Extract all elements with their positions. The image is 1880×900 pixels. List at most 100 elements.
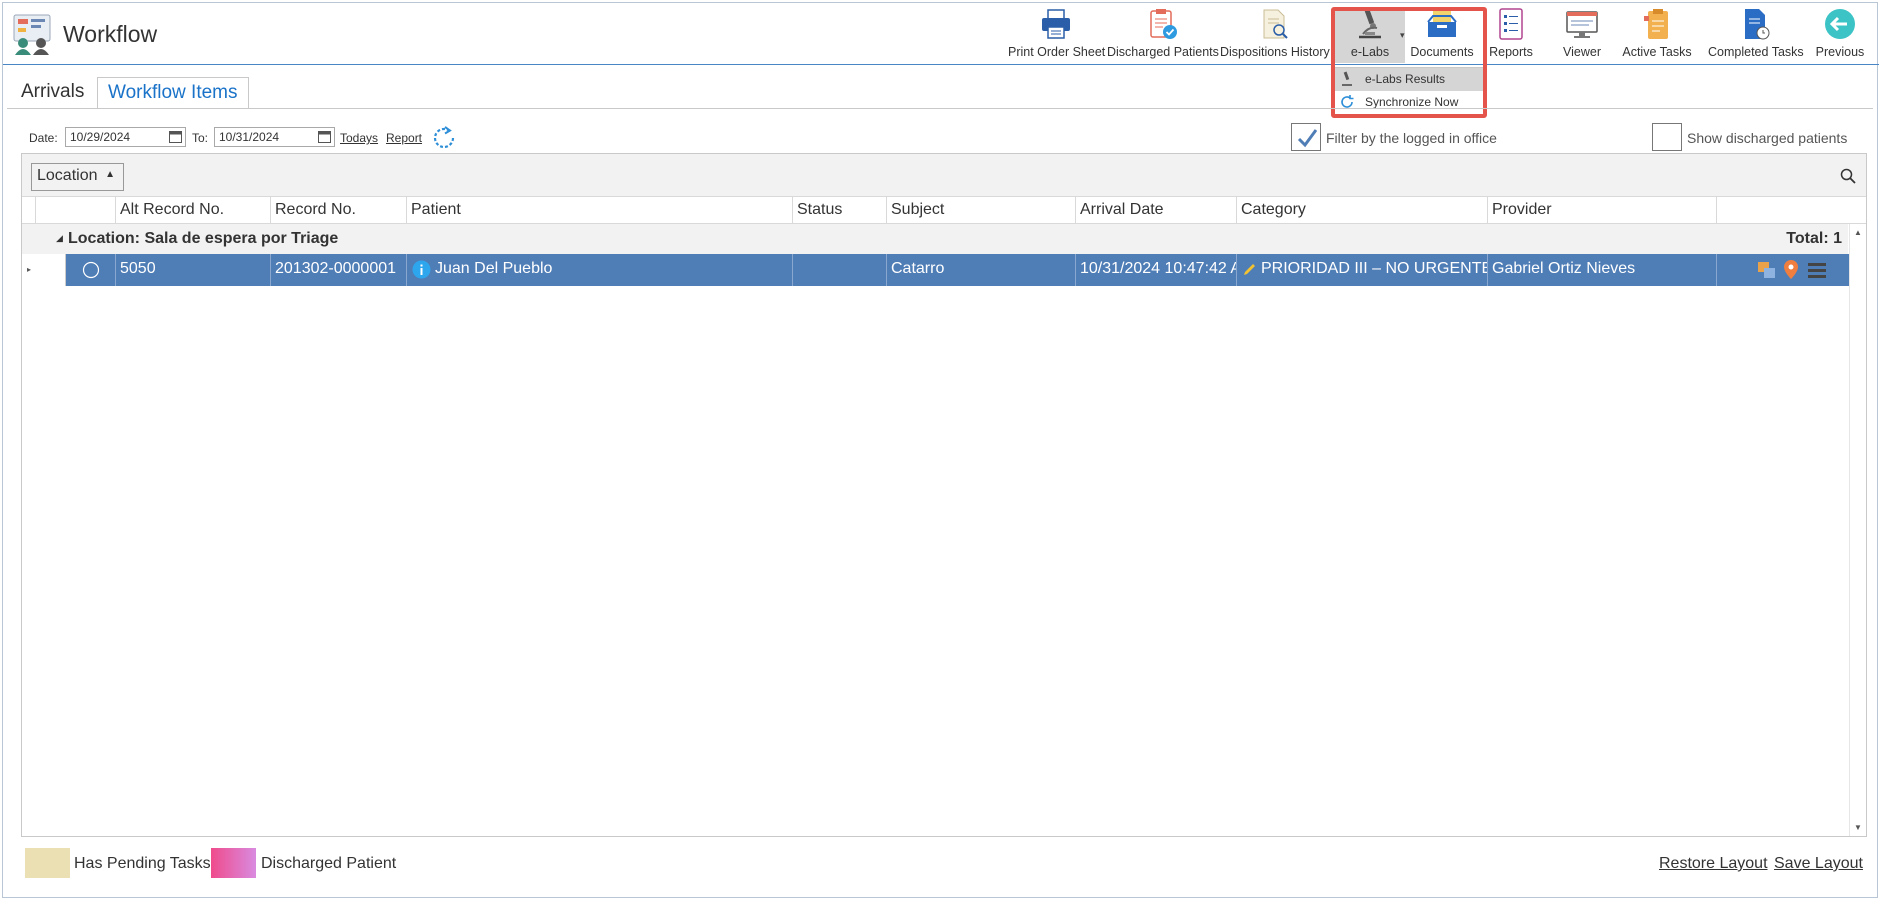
show-discharged-checkbox[interactable] [1652,123,1682,151]
sort-ascending-icon: ▲ [105,169,115,180]
column-header-provider[interactable]: Provider [1488,197,1717,224]
viewer-label: Viewer [1563,45,1601,59]
cell-category: PRIORIDAD III – NO URGENTE [1237,254,1488,286]
discharged-patients-label: Discharged Patients [1107,45,1219,59]
category-text: PRIORIDAD III – NO URGENTE [1261,260,1488,277]
reports-label: Reports [1489,45,1533,59]
column-header-record-no[interactable]: Record No. [271,197,407,224]
cell-provider: Gabriel Ortiz Nieves [1488,254,1717,286]
arrow-left-circle-icon [1825,9,1855,39]
copy-layers-icon[interactable] [1757,261,1777,279]
info-icon[interactable] [412,260,431,279]
synchronize-now-label: Synchronize Now [1365,95,1459,109]
discharged-patient-swatch [211,848,256,878]
column-header-patient[interactable]: Patient [407,197,793,224]
elabs-button[interactable]: e-Labs ▾ [1335,7,1405,63]
clipboard-check-icon [1150,9,1177,39]
cell-alt-record-no: 5050 [116,254,271,286]
group-title: Location: Sala de espera por Triage [68,230,339,247]
todays-link[interactable]: Todays [340,131,378,145]
elabs-results-label: e-Labs Results [1365,72,1446,86]
patient-name: Juan Del Pueblo [435,260,553,277]
calendar-icon[interactable] [169,130,182,143]
completed-tasks-button[interactable]: Completed Tasks [1708,7,1804,63]
column-header-arrival-date[interactable]: Arrival Date [1076,197,1237,224]
tab-divider [7,108,1873,109]
app-title: Workflow [63,21,158,47]
workflow-window: Workflow Print Order Sheet Discharged Pa… [2,2,1879,898]
table-row[interactable]: ▸ 5050 201302-0000001 Juan Del Pueblo Ca… [22,254,1866,286]
previous-label: Previous [1815,45,1865,59]
tab-arrivals[interactable]: Arrivals [11,77,94,109]
pending-tasks-swatch [25,848,70,878]
menu-item-synchronize-now[interactable]: Synchronize Now [1333,91,1483,114]
header-select-cell [36,197,116,224]
restore-layout-link[interactable]: Restore Layout [1659,855,1768,873]
radio-circle-icon[interactable] [82,261,100,279]
row-indicator-icon: ▸ [22,254,36,286]
collapse-triangle-icon[interactable]: ◢ [56,233,63,244]
header-toolbar: Workflow Print Order Sheet Discharged Pa… [3,3,1879,65]
menu-hamburger-icon[interactable] [1807,261,1827,279]
previous-button[interactable]: Previous [1815,7,1865,63]
column-header-status[interactable]: Status [793,197,887,224]
vertical-scrollbar[interactable]: ▲ ▼ [1849,224,1866,836]
scroll-down-arrow-icon[interactable]: ▼ [1854,823,1862,832]
to-label: To: [192,131,209,145]
grid-column-header: Alt Record No. Record No. Patient Status… [22,197,1866,224]
date-to-field[interactable] [214,127,335,147]
filter-office-label: Filter by the logged in office [1326,130,1497,146]
location-pin-icon[interactable] [1783,259,1799,280]
column-header-actions [1717,197,1866,224]
print-order-sheet-button[interactable]: Print Order Sheet [1008,7,1106,63]
menu-item-elabs-results[interactable]: e-Labs Results [1333,68,1483,91]
pending-tasks-label: Has Pending Tasks [74,855,211,872]
dispositions-history-label: Dispositions History [1220,45,1330,59]
cell-record-no: 201302-0000001 [271,254,407,286]
cell-patient[interactable]: Juan Del Pueblo [407,254,793,286]
checkmark-icon [1297,129,1318,148]
elabs-label: e-Labs [1350,45,1390,59]
header-indicator-cell [22,197,36,224]
cell-subject: Catarro [887,254,1076,286]
refresh-icon[interactable] [430,124,458,152]
group-total: Total: 1 [1786,230,1842,247]
print-order-sheet-label: Print Order Sheet [1008,45,1106,59]
save-layout-link[interactable]: Save Layout [1774,855,1863,873]
microscope-small-icon [1342,71,1352,86]
dispositions-history-button[interactable]: Dispositions History [1220,7,1330,63]
discharged-patient-label: Discharged Patient [261,855,397,872]
scroll-up-arrow-icon[interactable]: ▲ [1854,228,1862,237]
column-header-alt-record[interactable]: Alt Record No. [116,197,271,224]
pencil-icon [1244,264,1255,275]
group-by-location-chip[interactable]: Location ▲ [31,163,124,191]
search-icon[interactable] [1840,168,1856,184]
completed-tasks-label: Completed Tasks [1708,45,1804,59]
column-header-subject[interactable]: Subject [887,197,1076,224]
filter-office-checkbox[interactable] [1291,123,1321,151]
calendar-icon[interactable] [318,130,331,143]
date-from-field[interactable] [65,127,186,147]
viewer-button[interactable]: Viewer [1559,7,1605,63]
active-tasks-label: Active Tasks [1622,45,1692,59]
row-white-gap [36,254,66,286]
row-select-cell[interactable] [66,254,116,286]
documents-button[interactable]: Documents [1405,7,1479,63]
documents-label: Documents [1410,45,1474,59]
microscope-icon [1359,9,1381,39]
column-header-category[interactable]: Category [1237,197,1488,224]
document-search-icon [1263,9,1288,39]
active-tasks-button[interactable]: Active Tasks [1622,7,1692,63]
show-discharged-label: Show discharged patients [1687,130,1848,146]
cell-arrival-date: 10/31/2024 10:47:42 AM [1076,254,1237,286]
discharged-patients-button[interactable]: Discharged Patients [1107,7,1219,63]
printer-icon [1042,9,1070,39]
workflow-app-icon [13,14,51,55]
tasks-clipboard-icon [1644,9,1668,39]
tab-workflow-items[interactable]: Workflow Items [97,77,249,109]
group-row-location[interactable]: ◢ Location: Sala de espera por Triage To… [22,224,1848,254]
elabs-dropdown-arrow-icon[interactable]: ▾ [1400,30,1405,41]
report-link[interactable]: Report [386,131,422,145]
reports-button[interactable]: Reports [1487,7,1535,63]
monitor-icon [1566,11,1598,38]
